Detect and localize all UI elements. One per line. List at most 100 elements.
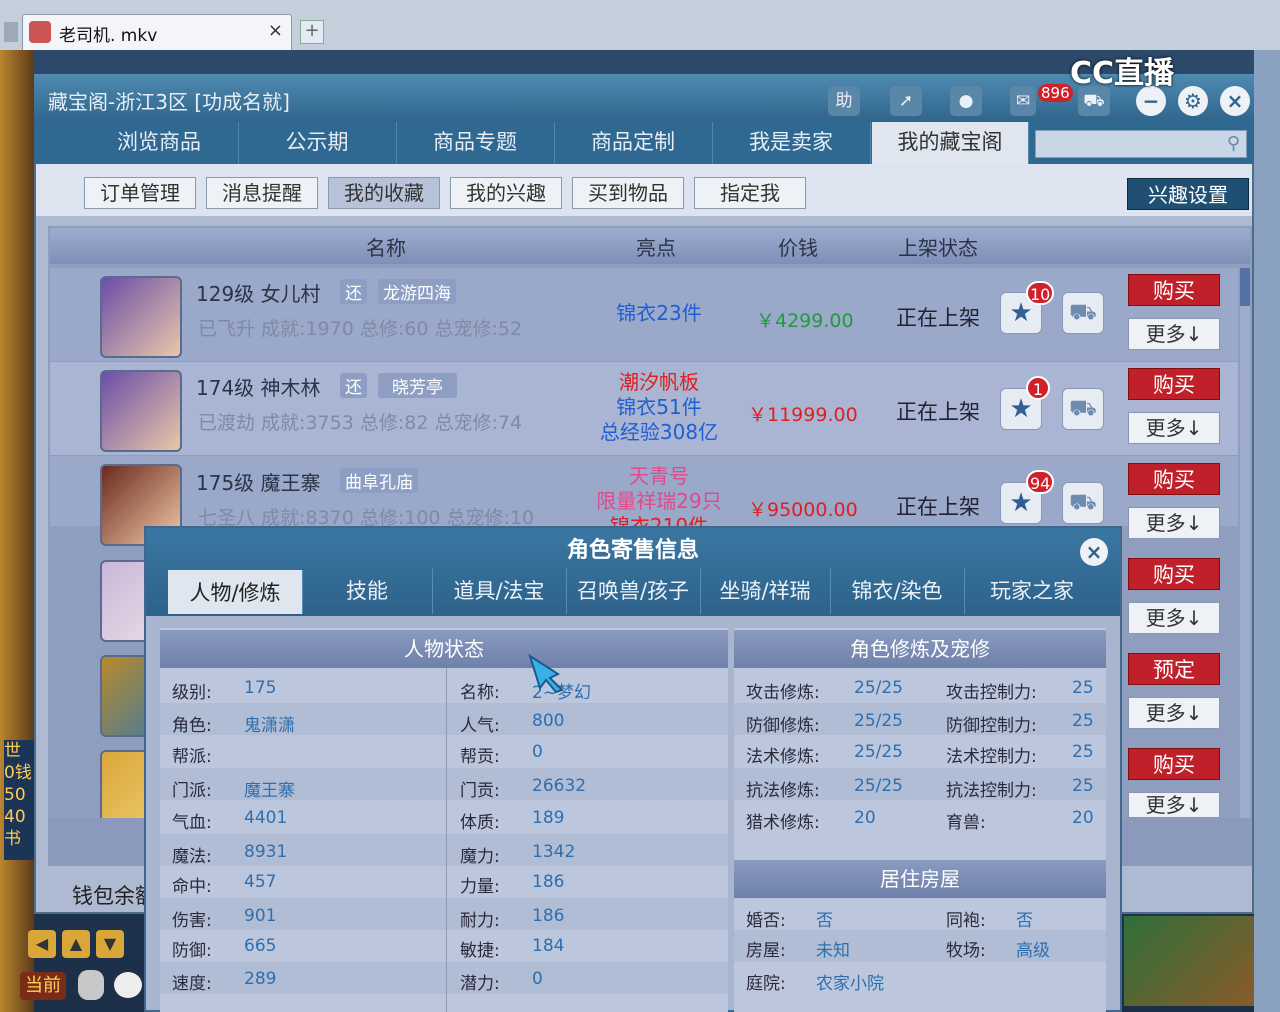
house-label: 庭院: <box>746 974 786 994</box>
nav-tab-topics[interactable]: 商品专题 <box>396 122 555 164</box>
stat-value: 0 <box>532 969 543 989</box>
sub-tab-purchased[interactable]: 买到物品 <box>572 177 684 209</box>
cultivation-label: 猎术修炼: <box>746 813 820 833</box>
buy-button[interactable]: 购买 <box>1128 274 1220 306</box>
stat-label: 敏捷: <box>460 941 500 961</box>
more-button[interactable]: 更多↓ <box>1128 507 1220 539</box>
reserve-button[interactable]: 预定 <box>1128 653 1220 685</box>
stat-value: 189 <box>532 808 565 828</box>
mouse-cursor-icon <box>528 653 568 694</box>
row-stripe <box>734 930 1106 962</box>
popup-tab-character[interactable]: 人物/修炼 <box>168 570 303 614</box>
more-button[interactable]: 更多↓ <box>1128 602 1220 634</box>
stat-value: 186 <box>532 872 565 892</box>
stat-label: 潜力: <box>460 974 500 994</box>
chat-icon[interactable]: ✉ <box>1010 86 1036 116</box>
buy-button[interactable]: 购买 <box>1128 368 1220 400</box>
search-input[interactable]: ⚲ <box>1035 130 1247 158</box>
cultivation-value: 25/25 <box>854 711 903 731</box>
nav-tab-custom[interactable]: 商品定制 <box>554 122 713 164</box>
search-icon[interactable]: ⚲ <box>1227 133 1240 154</box>
popup-tab-items[interactable]: 道具/法宝 <box>432 568 567 614</box>
table-scrollbar[interactable] <box>1240 268 1250 818</box>
add-to-cart-icon[interactable]: ⛟ <box>1062 388 1104 430</box>
add-to-cart-icon[interactable]: ⛟ <box>1062 292 1104 334</box>
more-button[interactable]: 更多↓ <box>1128 697 1220 729</box>
header-highlight: 亮点 <box>636 236 676 260</box>
buy-button[interactable]: 购买 <box>1128 463 1220 495</box>
stat-label: 帮派: <box>172 747 212 767</box>
arrow-left-icon[interactable]: ◀ <box>28 930 56 958</box>
chat-bubble-icon[interactable] <box>114 972 142 998</box>
control-label: 抗法控制力: <box>946 781 1037 801</box>
new-tab-button[interactable]: + <box>300 20 324 44</box>
add-to-cart-icon[interactable]: ⛟ <box>1062 482 1104 524</box>
stat-label: 门派: <box>172 781 212 801</box>
sub-tab-reminders[interactable]: 消息提醒 <box>206 177 318 209</box>
stat-label: 耐力: <box>460 911 500 931</box>
arrow-up-icon[interactable]: ▲ <box>62 930 90 958</box>
arrow-down-icon[interactable]: ▼ <box>96 930 124 958</box>
row-price: ￥11999.00 <box>748 404 858 426</box>
row-price: ￥95000.00 <box>748 499 858 521</box>
cultivation-value: 25/25 <box>854 678 903 698</box>
stat-label: 角色: <box>172 716 212 736</box>
row-highlight: 锦衣23件 <box>616 301 702 325</box>
stat-label: 速度: <box>172 974 212 994</box>
sub-tab-orders[interactable]: 订单管理 <box>84 177 196 209</box>
row-server-tag: 晓芳亭 <box>378 373 457 398</box>
sub-tab-designated[interactable]: 指定我 <box>694 177 806 209</box>
browser-tab[interactable]: 老司机. mkv × <box>22 14 292 50</box>
stat-label: 名称: <box>460 683 500 703</box>
stat-value: 901 <box>244 906 277 926</box>
avatar <box>100 370 182 452</box>
nav-tab-publicity[interactable]: 公示期 <box>238 122 397 164</box>
tab-close-icon[interactable]: × <box>268 20 283 41</box>
help-button[interactable]: 助 <box>828 86 860 116</box>
record-icon[interactable]: ● <box>950 86 982 116</box>
house-label: 婚否: <box>746 911 786 931</box>
stat-label: 级别: <box>172 683 212 703</box>
row-title: 175级 魔王寨 <box>196 471 321 495</box>
channel-current-button[interactable]: 当前 <box>20 972 66 1000</box>
control-label: 防御控制力: <box>946 716 1037 736</box>
more-button[interactable]: 更多↓ <box>1128 412 1220 444</box>
stat-value: 175 <box>244 678 277 698</box>
nav-tab-browse[interactable]: 浏览商品 <box>80 122 239 164</box>
house-section-header: 居住房屋 <box>734 860 1106 898</box>
popup-tab-home[interactable]: 玩家之家 <box>964 568 1100 614</box>
more-button[interactable]: 更多↓ <box>1128 792 1220 818</box>
buy-button[interactable]: 购买 <box>1128 558 1220 590</box>
tab-scroll-left-button[interactable] <box>4 22 18 42</box>
stat-value: 665 <box>244 936 277 956</box>
row-price: ￥4299.00 <box>756 310 854 332</box>
nav-tab-my-pavilion[interactable]: 我的藏宝阁 <box>872 122 1029 164</box>
microphone-icon[interactable] <box>78 970 104 1000</box>
share-icon[interactable]: ➚ <box>890 86 922 116</box>
stat-value: 289 <box>244 969 277 989</box>
stat-value: 魔王寨 <box>244 781 295 801</box>
stat-label: 门贡: <box>460 781 500 801</box>
stat-value: 184 <box>532 936 565 956</box>
close-icon[interactable]: × <box>1220 86 1250 116</box>
scrollbar-thumb[interactable] <box>1240 268 1250 306</box>
popup-tab-mounts[interactable]: 坐骑/祥瑞 <box>700 568 831 614</box>
header-price: 价钱 <box>778 236 818 260</box>
tab-favicon-icon <box>29 21 51 43</box>
popup-tab-skills[interactable]: 技能 <box>302 568 433 614</box>
sub-tab-favorites[interactable]: 我的收藏 <box>328 177 440 209</box>
window-title: 藏宝阁-浙江3区 [功成名就] <box>48 90 290 114</box>
interest-settings-button[interactable]: 兴趣设置 <box>1127 178 1249 210</box>
sub-tab-interests[interactable]: 我的兴趣 <box>450 177 562 209</box>
stat-label: 人气: <box>460 716 500 736</box>
popup-tab-pets[interactable]: 召唤兽/孩子 <box>566 568 701 614</box>
more-button[interactable]: 更多↓ <box>1128 318 1220 350</box>
nav-tab-seller[interactable]: 我是卖家 <box>712 122 871 164</box>
stat-label: 体质: <box>460 813 500 833</box>
house-value: 农家小院 <box>816 974 884 994</box>
settings-gear-icon[interactable]: ⚙ <box>1178 86 1208 116</box>
popup-close-icon[interactable]: × <box>1080 538 1108 566</box>
popup-tab-outfits[interactable]: 锦衣/染色 <box>830 568 965 614</box>
buy-button[interactable]: 购买 <box>1128 748 1220 780</box>
game-right-frame <box>1254 50 1280 1012</box>
